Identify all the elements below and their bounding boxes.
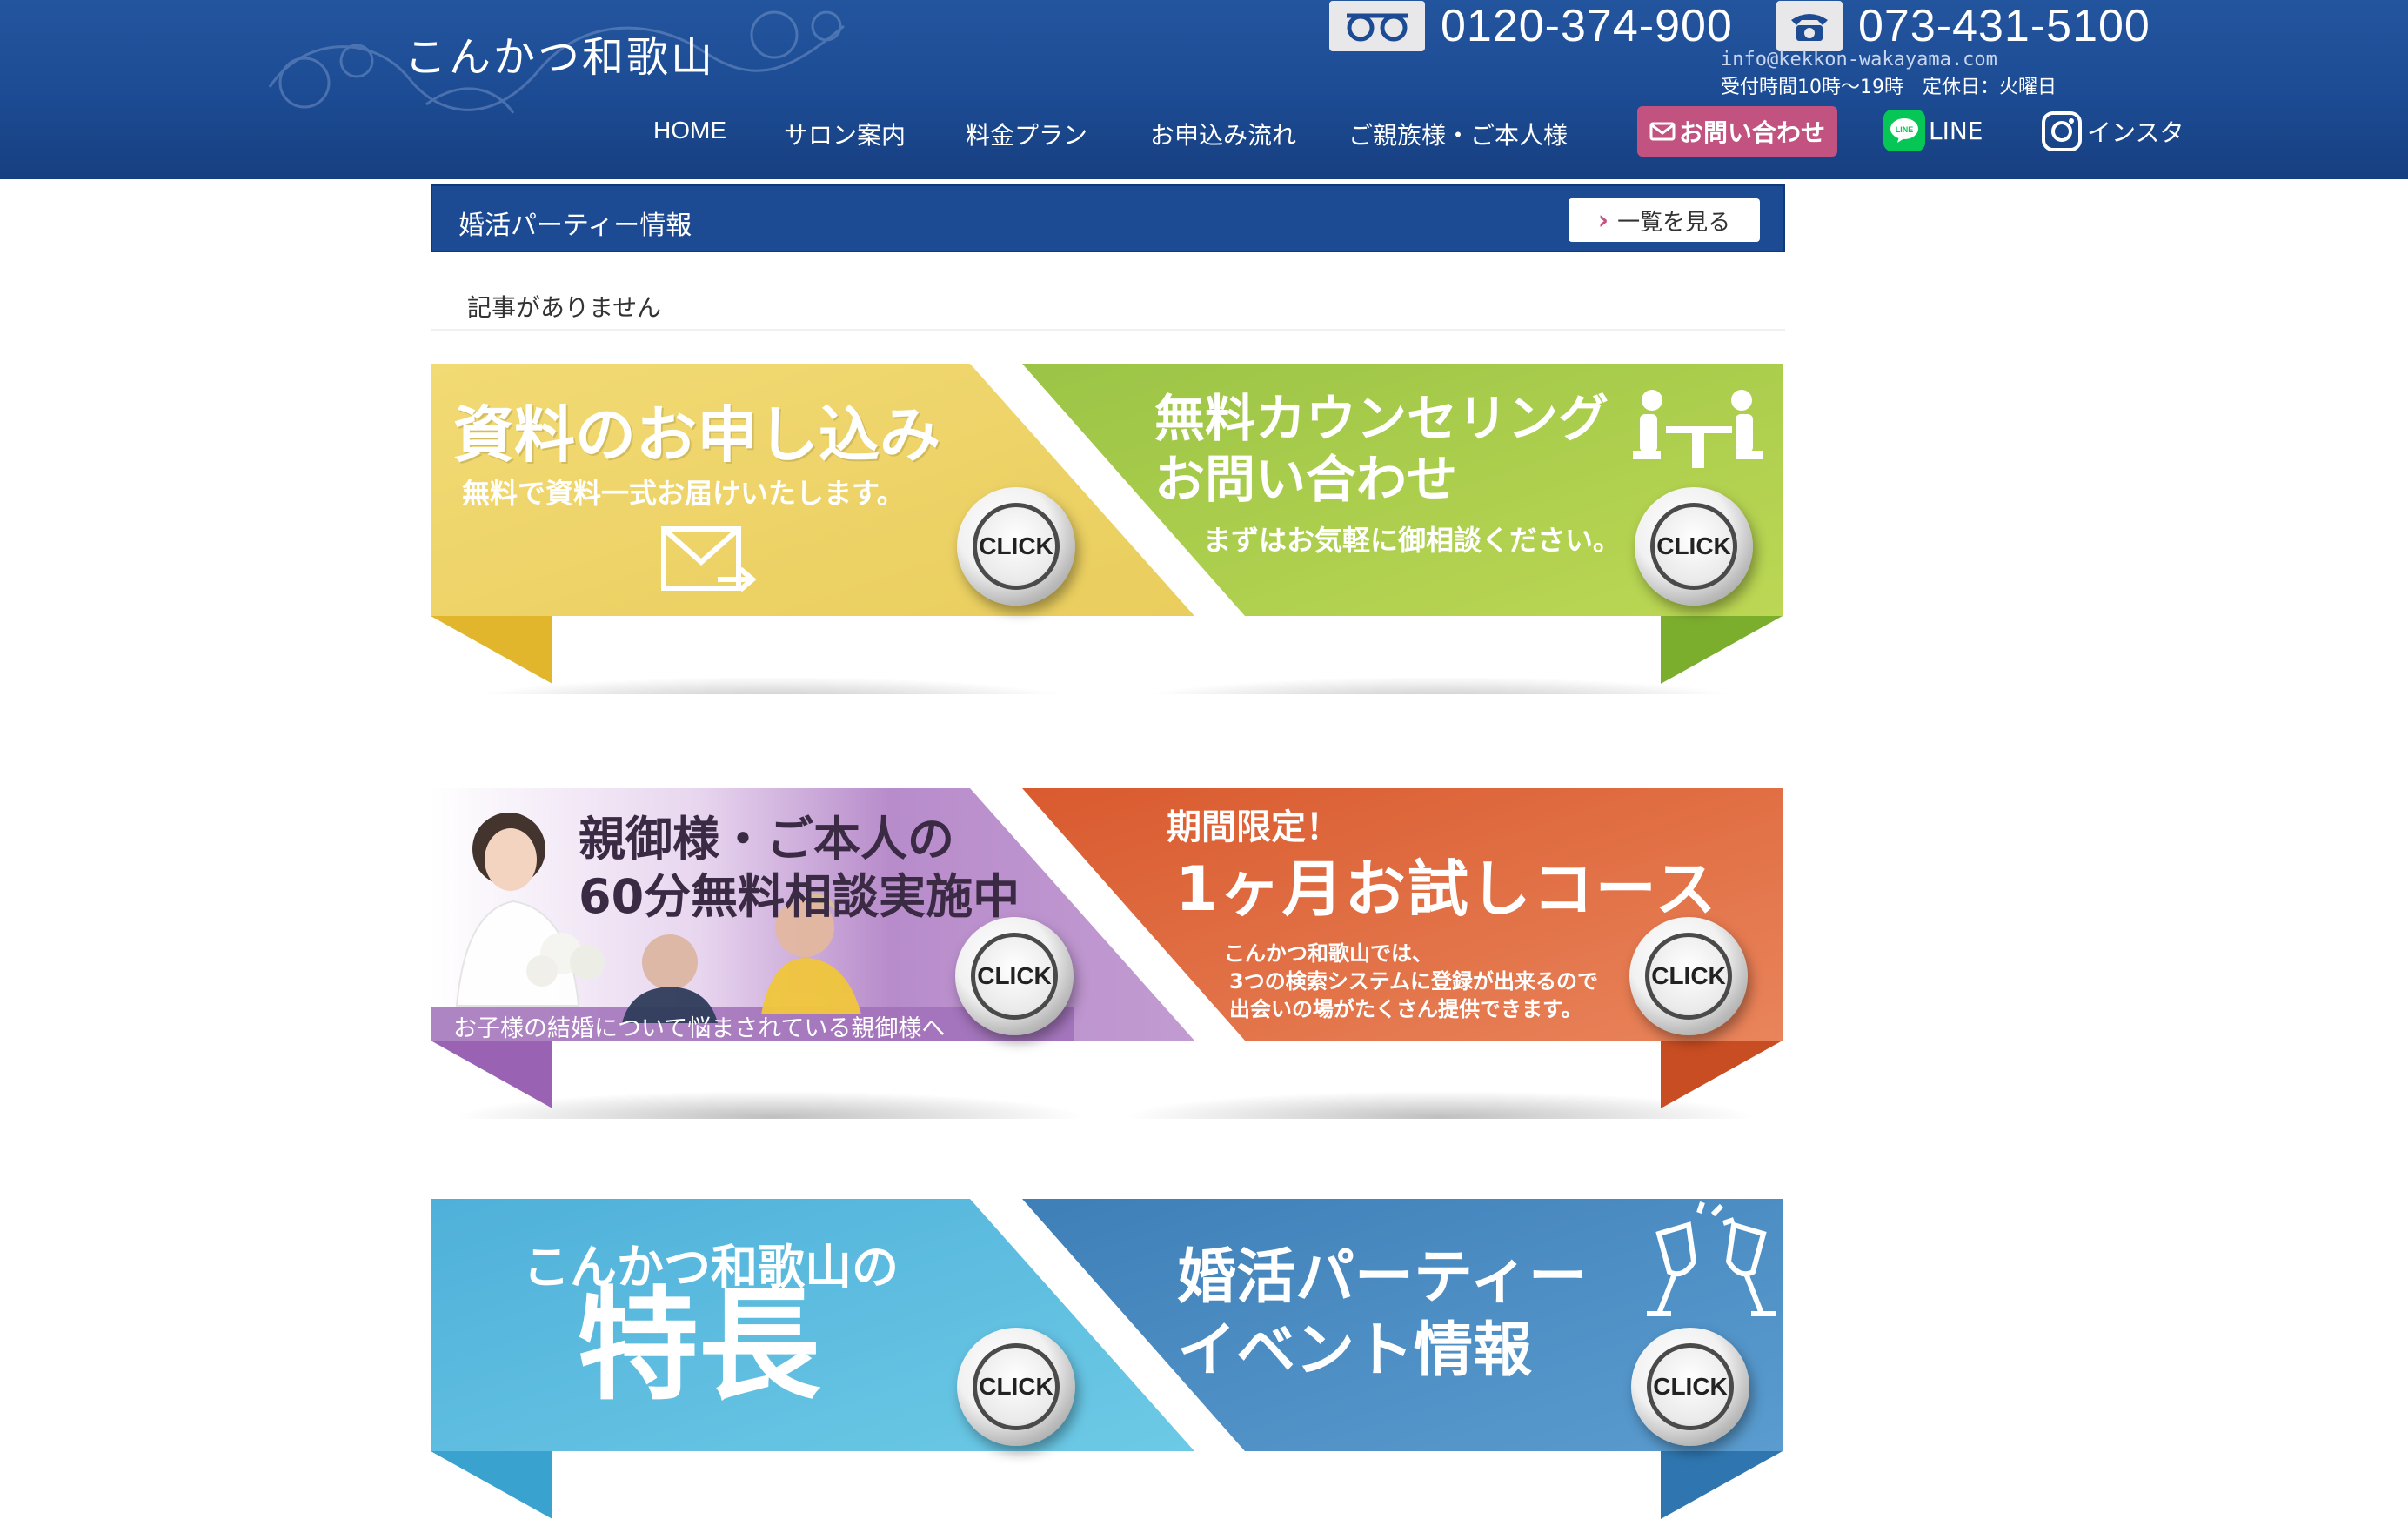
features-click-label: CLICK: [973, 1343, 1060, 1430]
features-title-line2: 特長: [577, 1275, 821, 1417]
empty-message: 記事がありません: [467, 293, 662, 322]
main-nav: HOME サロン案内 料金プラン お申込み流れ ご親族様・ご本人様 お問い合わせ…: [0, 104, 2408, 160]
line-icon: LINE: [1883, 110, 1925, 151]
parents-caption: お子様の結婚について悩まされている親御様へ: [453, 1015, 946, 1042]
svg-text:LINE: LINE: [1896, 125, 1914, 134]
email-address[interactable]: info@kekkon-wakayama.com: [1721, 49, 1997, 70]
nav-home[interactable]: HOME: [653, 117, 726, 144]
instagram-icon: [2042, 111, 2082, 151]
party-info-body: 記事がありません: [431, 252, 1785, 331]
counseling-title-line2: お問い合わせ: [1154, 450, 1458, 509]
party-info-title: 婚活パーティー情報: [458, 211, 692, 241]
nav-salon[interactable]: サロン案内: [784, 117, 906, 151]
nav-line[interactable]: LINE LINE: [1883, 110, 1983, 151]
nav-contact-label: お問い合わせ: [1678, 118, 1825, 147]
tel-number[interactable]: 073-431-5100: [1858, 0, 2150, 52]
parents-click-label: CLICK: [971, 933, 1058, 1020]
events-click-label: CLICK: [1647, 1343, 1734, 1430]
brochure-title: 資料のお申し込み: [453, 399, 940, 471]
free-dial-number[interactable]: 0120-374-900: [1441, 0, 1733, 52]
brochure-click-button[interactable]: CLICK: [957, 487, 1075, 606]
parents-title-line2: 60分無料相談実施中: [579, 869, 1020, 924]
banner-row-2: 親御様・ご本人の 60分無料相談実施中 お子様の結婚について悩まされている親御様…: [431, 788, 1783, 1119]
trial-desc-line1: こんかつ和歌山では、: [1224, 941, 1433, 966]
party-info-header: 婚活パーティー情報 › 一覧を見る: [431, 184, 1785, 252]
site-header: こんかつ和歌山 0120-374-900 073-431-5100 info@k…: [0, 0, 2408, 179]
site-logo[interactable]: こんかつ和歌山: [405, 23, 715, 84]
trial-click-button[interactable]: CLICK: [1629, 917, 1748, 1035]
trial-desc-line2: 3つの検索システムに登録が出来るので: [1229, 969, 1598, 994]
trial-click-label: CLICK: [1645, 933, 1732, 1020]
counseling-subtitle: まずはお気軽に御相談ください。: [1203, 524, 1622, 557]
telephone-icon: [1776, 1, 1843, 51]
business-hours: 受付時間10時～19時 定休日：火曜日: [1721, 77, 2057, 98]
counseling-click-button[interactable]: CLICK: [1635, 487, 1753, 606]
trial-title: 1ヶ月お試しコース: [1175, 853, 1718, 925]
brochure-click-label: CLICK: [973, 503, 1060, 590]
features-click-button[interactable]: CLICK: [957, 1328, 1075, 1446]
events-title-line2: イベント情報: [1177, 1316, 1533, 1385]
brochure-subtitle: 無料で資料一式お届けいたします。: [462, 477, 905, 510]
nav-family[interactable]: ご親族様・ご本人様: [1348, 117, 1568, 151]
banner-row-3: こんかつ和歌山の 特長 CLICK 婚活パーティー イベント情報 CLICK: [431, 1199, 1783, 1526]
chevron-right-icon: ›: [1597, 204, 1609, 236]
free-dial-icon: [1329, 1, 1425, 51]
parents-click-button[interactable]: CLICK: [955, 917, 1074, 1035]
tel-block[interactable]: 073-431-5100: [1776, 0, 2150, 52]
free-dial-block[interactable]: 0120-374-900: [1329, 0, 1733, 52]
counseling-click-label: CLICK: [1650, 503, 1737, 590]
nav-pricing[interactable]: 料金プラン: [966, 117, 1087, 151]
nav-instagram[interactable]: インスタ: [2040, 110, 2184, 153]
nav-flow[interactable]: お申込み流れ: [1150, 117, 1296, 151]
banner-row-1: 資料のお申し込み 無料で資料一式お届けいたします。 CLICK 無料カウンセリン…: [431, 364, 1783, 694]
nav-instagram-label: インスタ: [2087, 118, 2184, 147]
events-click-button[interactable]: CLICK: [1631, 1328, 1749, 1446]
nav-contact-button[interactable]: お問い合わせ: [1637, 106, 1837, 157]
view-list-label: 一覧を見る: [1617, 209, 1731, 236]
mail-icon: [1649, 122, 1676, 141]
trial-desc-line3: 出会いの場がたくさん提供できます。: [1229, 997, 1582, 1021]
view-list-button[interactable]: › 一覧を見る: [1569, 198, 1760, 242]
nav-line-label: LINE: [1929, 116, 1983, 145]
